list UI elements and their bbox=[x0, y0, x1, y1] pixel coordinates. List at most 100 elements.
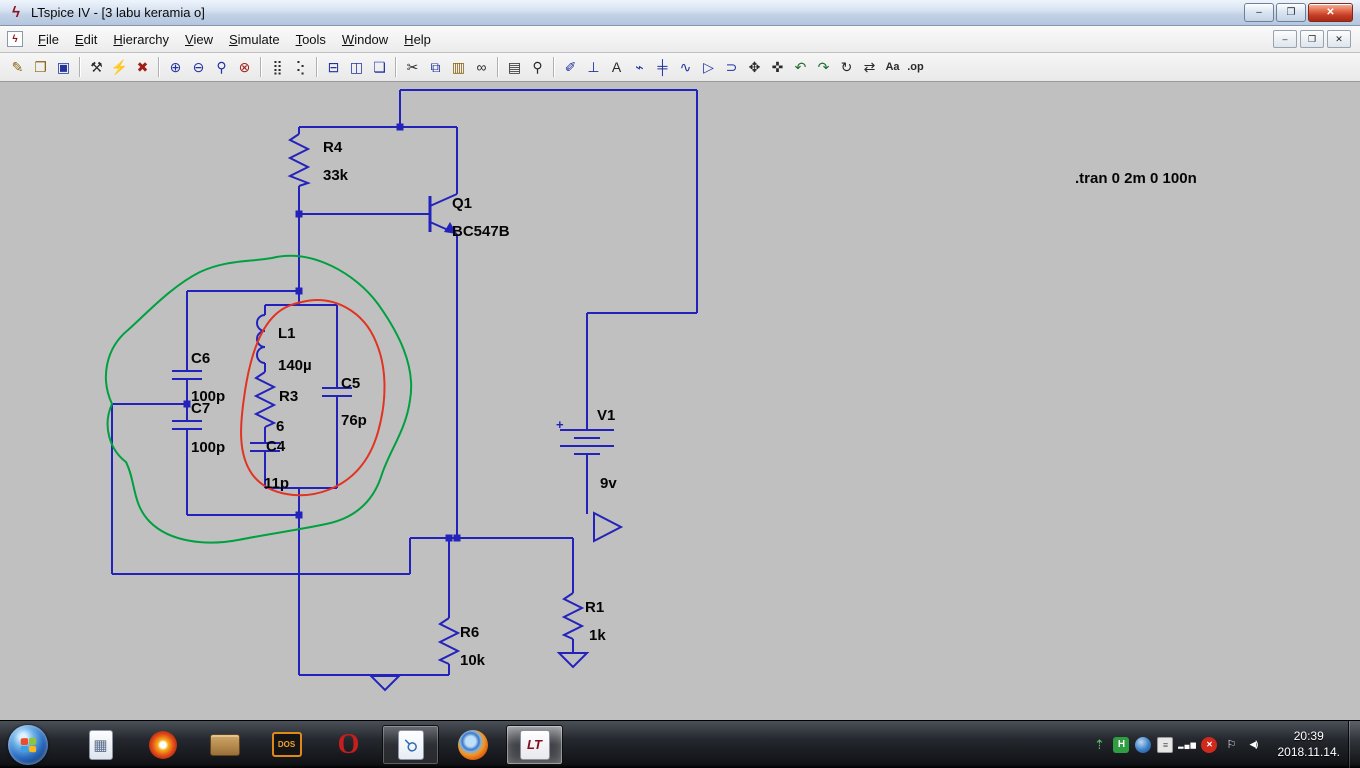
new-schematic-icon[interactable]: ✎ bbox=[6, 56, 29, 78]
place-diode-icon[interactable]: ▷ bbox=[697, 56, 720, 78]
run-simulation-icon[interactable]: ⚡ bbox=[108, 56, 131, 78]
taskbar-app-opera[interactable]: O bbox=[320, 725, 377, 765]
usb-device-icon[interactable]: ⇡ bbox=[1091, 737, 1107, 753]
save-icon[interactable]: ▣ bbox=[52, 56, 75, 78]
place-resistor-icon[interactable]: ⌁ bbox=[628, 56, 651, 78]
label-C7-ref[interactable]: C7 bbox=[191, 400, 210, 417]
zoom-out-icon[interactable]: ⊖ bbox=[187, 56, 210, 78]
blue-app-icon[interactable] bbox=[1135, 736, 1152, 753]
voltage-source-V1[interactable] bbox=[560, 429, 614, 455]
show-grid-icon[interactable]: ⣿ bbox=[266, 56, 289, 78]
menu-help[interactable]: Help bbox=[396, 29, 439, 50]
label-C4-value[interactable]: 11p bbox=[264, 475, 289, 492]
cascade-windows-icon[interactable]: ❏ bbox=[368, 56, 391, 78]
mdi-minimize-button[interactable]: – bbox=[1273, 30, 1297, 48]
menu-edit[interactable]: Edit bbox=[67, 29, 105, 50]
menu-window[interactable]: Window bbox=[334, 29, 396, 50]
label-R4-value[interactable]: 33k bbox=[323, 167, 349, 184]
print-preview-icon[interactable]: ⚲ bbox=[526, 56, 549, 78]
copy-icon[interactable]: ⧉ bbox=[424, 56, 447, 78]
label-R1-value[interactable]: 1k bbox=[589, 627, 606, 644]
place-ground-icon[interactable]: ⊥ bbox=[582, 56, 605, 78]
paste-icon[interactable]: ▥ bbox=[447, 56, 470, 78]
zoom-reset-icon[interactable]: ⊗ bbox=[233, 56, 256, 78]
minimize-button[interactable]: – bbox=[1244, 3, 1274, 22]
capacitor-C6[interactable] bbox=[172, 370, 202, 380]
open-file-icon[interactable]: ❐ bbox=[29, 56, 52, 78]
label-R3-ref[interactable]: R3 bbox=[279, 388, 298, 405]
label-C5-ref[interactable]: C5 bbox=[341, 375, 360, 392]
undo-icon[interactable]: ↶ bbox=[789, 56, 812, 78]
schematic-canvas[interactable]: + R4 33k Q1 BC547B C6 100p C7 100p L1 14… bbox=[0, 82, 1360, 720]
maximize-button[interactable]: ❐ bbox=[1276, 3, 1306, 22]
label-V1-value[interactable]: 9v bbox=[600, 475, 617, 492]
place-component-icon[interactable]: ⊃ bbox=[720, 56, 743, 78]
rotate-icon[interactable]: ↻ bbox=[835, 56, 858, 78]
find-icon[interactable]: ∞ bbox=[470, 56, 493, 78]
label-Q1-ref[interactable]: Q1 bbox=[452, 195, 472, 212]
taskbar-app-firefox[interactable] bbox=[444, 725, 501, 765]
disk-monitor-icon[interactable]: H bbox=[1113, 736, 1130, 753]
capacitor-C7[interactable] bbox=[172, 420, 202, 430]
print-icon[interactable]: ▤ bbox=[503, 56, 526, 78]
label-V1-ref[interactable]: V1 bbox=[597, 407, 615, 424]
menu-hierarchy[interactable]: Hierarchy bbox=[105, 29, 177, 50]
mdi-close-button[interactable]: ✕ bbox=[1327, 30, 1351, 48]
label-Q1-value[interactable]: BC547B bbox=[452, 223, 510, 240]
tile-vertical-icon[interactable]: ◫ bbox=[345, 56, 368, 78]
schematic-document-icon[interactable]: ϟ bbox=[7, 31, 23, 47]
resistor-R1[interactable] bbox=[561, 592, 585, 640]
schematic-area[interactable]: + R4 33k Q1 BC547B C6 100p C7 100p L1 14… bbox=[0, 82, 1360, 720]
taskbar-clock[interactable]: 20:39 2018.11.14. bbox=[1277, 729, 1340, 760]
network-signal-icon[interactable]: ▂▄▆ bbox=[1178, 737, 1196, 753]
spice-directive-icon[interactable]: .op bbox=[904, 56, 927, 78]
cut-icon[interactable]: ✂ bbox=[401, 56, 424, 78]
zoom-full-extents-icon[interactable]: ⚲ bbox=[210, 56, 233, 78]
label-C5-value[interactable]: 76p bbox=[341, 412, 367, 429]
label-R1-ref[interactable]: R1 bbox=[585, 599, 604, 616]
drag-icon[interactable]: ✜ bbox=[766, 56, 789, 78]
error-status-icon[interactable]: ✕ bbox=[1201, 736, 1218, 753]
label-L1-value[interactable]: 140µ bbox=[278, 357, 312, 374]
tile-horizontal-icon[interactable]: ⊟ bbox=[322, 56, 345, 78]
ground-symbols[interactable] bbox=[368, 511, 624, 692]
halt-simulation-icon[interactable]: ✖ bbox=[131, 56, 154, 78]
wire-net[interactable] bbox=[111, 89, 698, 676]
place-inductor-icon[interactable]: ∿ bbox=[674, 56, 697, 78]
taskbar-app-dosbox[interactable]: DOS bbox=[258, 725, 315, 765]
resistor-R3[interactable] bbox=[253, 371, 277, 428]
volume-icon[interactable]: ◀) bbox=[1245, 737, 1261, 753]
label-R4-ref[interactable]: R4 bbox=[323, 139, 343, 156]
taskbar-app-calculator[interactable]: ▦ bbox=[72, 725, 129, 765]
menu-tools[interactable]: Tools bbox=[288, 29, 334, 50]
net-label-icon[interactable]: A bbox=[605, 56, 628, 78]
label-C4-ref[interactable]: C4 bbox=[266, 438, 286, 455]
mirror-icon[interactable]: ⇄ bbox=[858, 56, 881, 78]
control-panel-icon[interactable]: ⚒ bbox=[85, 56, 108, 78]
label-R6-value[interactable]: 10k bbox=[460, 652, 486, 669]
taskbar-app-ltspice[interactable]: LT bbox=[506, 724, 563, 765]
spice-directive-text[interactable]: .tran 0 2m 0 100n bbox=[1075, 170, 1197, 187]
label-R6-ref[interactable]: R6 bbox=[460, 624, 479, 641]
label-C6-ref[interactable]: C6 bbox=[191, 350, 210, 367]
taskbar-app-image-viewer[interactable] bbox=[134, 725, 191, 765]
menu-view[interactable]: View bbox=[177, 29, 221, 50]
show-desktop-button[interactable] bbox=[1348, 720, 1360, 768]
action-center-icon[interactable]: ⚐ bbox=[1223, 737, 1239, 753]
redo-icon[interactable]: ↷ bbox=[812, 56, 835, 78]
menu-simulate[interactable]: Simulate bbox=[221, 29, 288, 50]
add-text-icon[interactable]: Aa bbox=[881, 56, 904, 78]
place-capacitor-icon[interactable]: ╪ bbox=[651, 56, 674, 78]
label-R3-value[interactable]: 6 bbox=[276, 418, 284, 435]
taskbar-app-search-tool[interactable]: ⚲ bbox=[382, 724, 439, 765]
close-button[interactable]: ✕ bbox=[1308, 3, 1353, 22]
ltspice-app-icon[interactable]: ϟ bbox=[7, 4, 25, 22]
draw-wire-icon[interactable]: ✐ bbox=[559, 56, 582, 78]
snap-to-grid-icon[interactable]: ⢕ bbox=[289, 56, 312, 78]
resistor-R6[interactable] bbox=[437, 617, 461, 665]
mdi-restore-button[interactable]: ❐ bbox=[1300, 30, 1324, 48]
label-L1-ref[interactable]: L1 bbox=[278, 325, 296, 342]
resistor-R4[interactable] bbox=[287, 127, 311, 187]
zoom-in-icon[interactable]: ⊕ bbox=[164, 56, 187, 78]
label-C7-value[interactable]: 100p bbox=[191, 439, 225, 456]
